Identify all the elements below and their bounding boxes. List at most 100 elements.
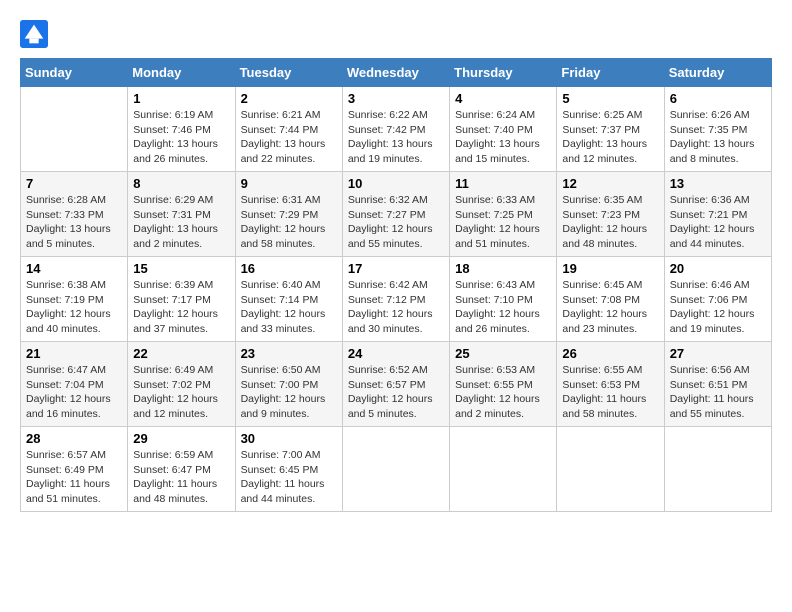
day-info: Sunrise: 6:25 AM Sunset: 7:37 PM Dayligh… — [562, 108, 658, 167]
day-info: Sunrise: 6:55 AM Sunset: 6:53 PM Dayligh… — [562, 363, 658, 422]
calendar-cell: 24Sunrise: 6:52 AM Sunset: 6:57 PM Dayli… — [342, 342, 449, 427]
calendar-cell: 20 Sunrise: 6:46 AM Sunset: 7:06 PM Dayli… — [664, 257, 771, 342]
day-number: 6 — [670, 91, 766, 106]
day-info: Sunrise: 6:47 AM Sunset: 7:04 PM Dayligh… — [26, 363, 122, 422]
calendar-cell — [342, 427, 449, 512]
day-number: 29 — [133, 431, 229, 446]
calendar-cell: 13 Sunrise: 6:36 AM Sunset: 7:21 PM Dayli… — [664, 172, 771, 257]
day-number: 7 — [26, 176, 122, 191]
day-info: Sunrise: 6:33 AM Sunset: 7:25 PM Dayligh… — [455, 193, 551, 252]
header-cell-monday: Monday — [128, 59, 235, 87]
calendar-cell: 14 Sunrise: 6:38 AM Sunset: 7:19 PM Dayli… — [21, 257, 128, 342]
logo — [20, 20, 54, 48]
day-info: Sunrise: 6:57 AM Sunset: 6:49 PM Dayligh… — [26, 448, 122, 507]
day-number: 16 — [241, 261, 337, 276]
day-number: 2 — [241, 91, 337, 106]
header-cell-wednesday: Wednesday — [342, 59, 449, 87]
calendar-cell: 17 Sunrise: 6:42 AM Sunset: 7:12 PM Dayli… — [342, 257, 449, 342]
day-info: Sunrise: 6:39 AM Sunset: 7:17 PM Dayligh… — [133, 278, 229, 337]
calendar-cell — [450, 427, 557, 512]
calendar-cell: 10 Sunrise: 6:32 AM Sunset: 7:27 PM Dayli… — [342, 172, 449, 257]
calendar-cell: 16 Sunrise: 6:40 AM Sunset: 7:14 PM Dayli… — [235, 257, 342, 342]
day-info: Sunrise: 6:56 AM Sunset: 6:51 PM Dayligh… — [670, 363, 766, 422]
day-info: Sunrise: 6:21 AM Sunset: 7:44 PM Dayligh… — [241, 108, 337, 167]
day-number: 15 — [133, 261, 229, 276]
day-number: 23 — [241, 346, 337, 361]
calendar-cell: 6 Sunrise: 6:26 AM Sunset: 7:35 PM Daylig… — [664, 87, 771, 172]
calendar-table: SundayMondayTuesdayWednesdayThursdayFrid… — [20, 58, 772, 512]
day-info: Sunrise: 6:42 AM Sunset: 7:12 PM Dayligh… — [348, 278, 444, 337]
calendar-cell — [664, 427, 771, 512]
calendar-cell: 15 Sunrise: 6:39 AM Sunset: 7:17 PM Dayli… — [128, 257, 235, 342]
day-number: 8 — [133, 176, 229, 191]
calendar-cell: 3Sunrise: 6:22 AM Sunset: 7:42 PM Daylig… — [342, 87, 449, 172]
day-info: Sunrise: 6:36 AM Sunset: 7:21 PM Dayligh… — [670, 193, 766, 252]
day-info: Sunrise: 6:31 AM Sunset: 7:29 PM Dayligh… — [241, 193, 337, 252]
header-row: SundayMondayTuesdayWednesdayThursdayFrid… — [21, 59, 772, 87]
logo-icon — [20, 20, 48, 48]
header-cell-sunday: Sunday — [21, 59, 128, 87]
day-number: 26 — [562, 346, 658, 361]
day-info: Sunrise: 7:00 AM Sunset: 6:45 PM Dayligh… — [241, 448, 337, 507]
calendar-cell: 19 Sunrise: 6:45 AM Sunset: 7:08 PM Dayli… — [557, 257, 664, 342]
day-number: 12 — [562, 176, 658, 191]
week-row-3: 14 Sunrise: 6:38 AM Sunset: 7:19 PM Dayli… — [21, 257, 772, 342]
day-info: Sunrise: 6:46 AM Sunset: 7:06 PM Dayligh… — [670, 278, 766, 337]
day-number: 1 — [133, 91, 229, 106]
header-cell-tuesday: Tuesday — [235, 59, 342, 87]
header-cell-saturday: Saturday — [664, 59, 771, 87]
week-row-5: 28 Sunrise: 6:57 AM Sunset: 6:49 PM Dayli… — [21, 427, 772, 512]
day-number: 30 — [241, 431, 337, 446]
calendar-cell: 9Sunrise: 6:31 AM Sunset: 7:29 PM Daylig… — [235, 172, 342, 257]
calendar-cell: 18 Sunrise: 6:43 AM Sunset: 7:10 PM Dayli… — [450, 257, 557, 342]
day-info: Sunrise: 6:19 AM Sunset: 7:46 PM Dayligh… — [133, 108, 229, 167]
day-info: Sunrise: 6:50 AM Sunset: 7:00 PM Dayligh… — [241, 363, 337, 422]
day-number: 11 — [455, 176, 551, 191]
day-number: 28 — [26, 431, 122, 446]
day-number: 21 — [26, 346, 122, 361]
calendar-cell: 1 Sunrise: 6:19 AM Sunset: 7:46 PM Daylig… — [128, 87, 235, 172]
day-number: 19 — [562, 261, 658, 276]
calendar-cell: 21 Sunrise: 6:47 AM Sunset: 7:04 PM Dayli… — [21, 342, 128, 427]
day-number: 13 — [670, 176, 766, 191]
page-header — [20, 20, 772, 48]
week-row-1: 1 Sunrise: 6:19 AM Sunset: 7:46 PM Daylig… — [21, 87, 772, 172]
day-number: 22 — [133, 346, 229, 361]
day-info: Sunrise: 6:38 AM Sunset: 7:19 PM Dayligh… — [26, 278, 122, 337]
day-number: 5 — [562, 91, 658, 106]
day-number: 17 — [348, 261, 444, 276]
calendar-cell: 5 Sunrise: 6:25 AM Sunset: 7:37 PM Daylig… — [557, 87, 664, 172]
day-number: 18 — [455, 261, 551, 276]
day-info: Sunrise: 6:35 AM Sunset: 7:23 PM Dayligh… — [562, 193, 658, 252]
day-number: 27 — [670, 346, 766, 361]
day-info: Sunrise: 6:28 AM Sunset: 7:33 PM Dayligh… — [26, 193, 122, 252]
day-info: Sunrise: 6:59 AM Sunset: 6:47 PM Dayligh… — [133, 448, 229, 507]
day-info: Sunrise: 6:32 AM Sunset: 7:27 PM Dayligh… — [348, 193, 444, 252]
calendar-cell: 23 Sunrise: 6:50 AM Sunset: 7:00 PM Dayli… — [235, 342, 342, 427]
calendar-cell: 29 Sunrise: 6:59 AM Sunset: 6:47 PM Dayli… — [128, 427, 235, 512]
day-info: Sunrise: 6:26 AM Sunset: 7:35 PM Dayligh… — [670, 108, 766, 167]
calendar-cell: 4Sunrise: 6:24 AM Sunset: 7:40 PM Daylig… — [450, 87, 557, 172]
day-info: Sunrise: 6:49 AM Sunset: 7:02 PM Dayligh… — [133, 363, 229, 422]
day-info: Sunrise: 6:45 AM Sunset: 7:08 PM Dayligh… — [562, 278, 658, 337]
calendar-cell — [557, 427, 664, 512]
day-info: Sunrise: 6:43 AM Sunset: 7:10 PM Dayligh… — [455, 278, 551, 337]
calendar-cell: 28 Sunrise: 6:57 AM Sunset: 6:49 PM Dayli… — [21, 427, 128, 512]
day-number: 14 — [26, 261, 122, 276]
calendar-cell: 12 Sunrise: 6:35 AM Sunset: 7:23 PM Dayli… — [557, 172, 664, 257]
day-number: 20 — [670, 261, 766, 276]
day-info: Sunrise: 6:40 AM Sunset: 7:14 PM Dayligh… — [241, 278, 337, 337]
day-info: Sunrise: 6:52 AM Sunset: 6:57 PM Dayligh… — [348, 363, 444, 422]
calendar-cell: 22 Sunrise: 6:49 AM Sunset: 7:02 PM Dayli… — [128, 342, 235, 427]
day-number: 10 — [348, 176, 444, 191]
calendar-cell — [21, 87, 128, 172]
header-cell-thursday: Thursday — [450, 59, 557, 87]
day-number: 3 — [348, 91, 444, 106]
calendar-cell: 7 Sunrise: 6:28 AM Sunset: 7:33 PM Daylig… — [21, 172, 128, 257]
calendar-cell: 8 Sunrise: 6:29 AM Sunset: 7:31 PM Daylig… — [128, 172, 235, 257]
calendar-cell: 11 Sunrise: 6:33 AM Sunset: 7:25 PM Dayli… — [450, 172, 557, 257]
week-row-4: 21 Sunrise: 6:47 AM Sunset: 7:04 PM Dayli… — [21, 342, 772, 427]
calendar-cell: 30 Sunrise: 7:00 AM Sunset: 6:45 PM Dayli… — [235, 427, 342, 512]
calendar-cell: 26 Sunrise: 6:55 AM Sunset: 6:53 PM Dayli… — [557, 342, 664, 427]
day-info: Sunrise: 6:29 AM Sunset: 7:31 PM Dayligh… — [133, 193, 229, 252]
